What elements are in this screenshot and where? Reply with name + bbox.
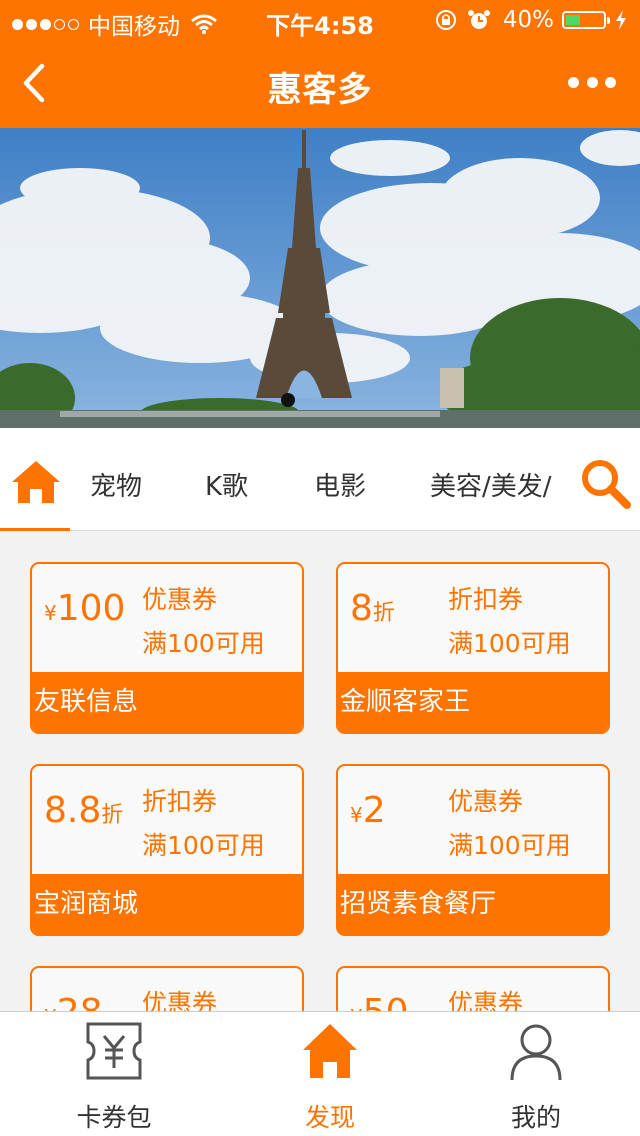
category-bar: 宠物 K歌 电影 美容/美发/: [0, 428, 640, 531]
category-item-movies[interactable]: 电影: [314, 466, 366, 503]
coupon-value: 28: [57, 992, 103, 1011]
tab-discover[interactable]: 发现: [240, 1012, 420, 1136]
battery-icon: [562, 11, 610, 29]
eiffel-tower-photo: [0, 128, 640, 428]
nav-bar: 惠客多: [0, 40, 640, 128]
coupon-type: 优惠券: [142, 989, 218, 1011]
coupon-card[interactable]: 8.8折 折扣券 满100可用 宝润商城: [30, 764, 304, 936]
coupon-card[interactable]: ¥28 优惠券: [30, 966, 304, 1011]
coupon-amount: ¥28: [44, 992, 103, 1011]
coupon-value: 100: [56, 588, 126, 629]
coupon-type: 折扣券: [142, 787, 218, 816]
coupon-value: 50: [363, 992, 409, 1011]
coupon-value: 8: [350, 588, 373, 629]
page-title: 惠客多: [267, 70, 373, 110]
coupon-amount: 8.8折: [44, 790, 123, 831]
coupon-condition: 满100可用: [448, 831, 571, 860]
coupon-type: 优惠券: [448, 787, 524, 816]
status-bar: 中国移动 下午4:58 40%: [0, 0, 640, 40]
coupon-amount: ¥50: [350, 992, 409, 1011]
category-item-beauty[interactable]: 美容/美发/: [430, 466, 552, 503]
more-dot: [568, 76, 579, 88]
coupon-currency: ¥: [44, 601, 57, 625]
battery-percent: 40%: [502, 7, 554, 33]
tab-card-wallet[interactable]: 卡券包: [24, 1012, 204, 1136]
alarm-icon: [467, 10, 490, 29]
coupon-amount: ¥100: [44, 588, 125, 629]
top-bar: 中国移动 下午4:58 40% 惠客多: [0, 0, 640, 128]
battery-fill: [566, 15, 581, 25]
coupon-type: 优惠券: [448, 989, 524, 1011]
coupon-grid: ¥100 优惠券 满100可用 友联信息 8折 折扣券 满100可用 金顺客家王…: [0, 531, 640, 1011]
coupon-amount: ¥2: [350, 790, 386, 831]
coupon-card[interactable]: ¥2 优惠券 满100可用 招贤素食餐厅: [336, 764, 610, 936]
coupon-unit: 折: [101, 803, 124, 828]
tab-mine[interactable]: 我的: [446, 1012, 626, 1136]
home-icon: [303, 1024, 357, 1078]
more-dot: [605, 76, 616, 88]
coupon-condition: 满100可用: [142, 831, 265, 860]
category-item-pets[interactable]: 宠物: [90, 466, 142, 503]
more-button[interactable]: [568, 70, 616, 94]
tab-label: 发现: [304, 1103, 355, 1132]
coupon-card[interactable]: ¥50 优惠券: [336, 966, 610, 1011]
carousel-indicator-dot[interactable]: [281, 393, 295, 407]
category-item-karaoke[interactable]: K歌: [205, 466, 248, 503]
coupon-merchant: 友联信息: [32, 672, 302, 732]
coupon-type: 折扣券: [448, 585, 524, 614]
coupon-value: 8.8: [44, 790, 102, 831]
ticket-icon: [86, 1022, 142, 1080]
coupon-value: 2: [362, 790, 386, 831]
status-bar-right: 40%: [435, 7, 628, 33]
category-item-beauty-clip: 美容/美发/: [420, 428, 562, 530]
coupon-condition: 满100可用: [142, 629, 265, 658]
coupon-card[interactable]: 8折 折扣券 满100可用 金顺客家王: [336, 562, 610, 734]
bottom-tab-bar: 卡券包 发现 我的: [0, 1011, 640, 1136]
more-dot: [586, 76, 598, 88]
coupon-merchant: 金顺客家王: [338, 672, 608, 732]
coupon-amount: 8折: [350, 588, 395, 629]
coupon-currency: ¥: [350, 803, 363, 827]
banner-carousel[interactable]: [0, 128, 640, 428]
coupon-condition: 满100可用: [448, 629, 571, 658]
search-icon: [582, 460, 631, 509]
rotation-lock-icon: [435, 10, 456, 30]
coupon-type: 优惠券: [142, 585, 218, 614]
coupon-unit: 折: [372, 601, 395, 626]
coupon-merchant: 招贤素食餐厅: [338, 874, 608, 934]
home-icon: [12, 461, 60, 503]
coupon-card[interactable]: ¥100 优惠券 满100可用 友联信息: [30, 562, 304, 734]
category-home-tab[interactable]: [0, 428, 70, 531]
tab-label: 卡券包: [76, 1103, 152, 1132]
charging-icon: [616, 10, 626, 30]
coupon-merchant: 宝润商城: [32, 874, 302, 934]
search-button[interactable]: [578, 456, 632, 510]
tab-label: 我的: [510, 1103, 561, 1132]
user-icon: [510, 1024, 562, 1081]
battery-nub: [607, 17, 610, 24]
